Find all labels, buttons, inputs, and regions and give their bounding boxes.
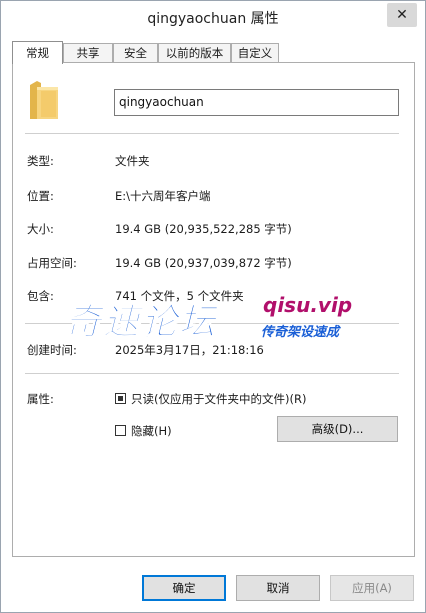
cancel-button[interactable]: 取消 (236, 575, 320, 601)
size-on-disk-value: 19.4 GB (20,937,039,872 字节) (115, 256, 292, 270)
watermark-sub-text: 传奇架设速成 (261, 325, 340, 340)
size-label: 大小: (27, 222, 54, 236)
close-icon: ✕ (396, 7, 408, 23)
readonly-checkbox-label[interactable]: 只读(仅应用于文件夹中的文件)(R) (131, 391, 306, 407)
watermark-site-text: qisu.vip (263, 293, 353, 317)
advanced-button[interactable]: 高级(D)... (277, 416, 398, 442)
hidden-checkbox-label[interactable]: 隐藏(H) (131, 423, 172, 439)
tab-previous-versions[interactable]: 以前的版本 (158, 43, 231, 62)
readonly-checkbox[interactable] (115, 393, 126, 404)
attributes-label: 属性: (27, 392, 54, 406)
location-value: E:\十六周年客户端 (115, 189, 211, 203)
folder-name-input[interactable]: qingyaochuan (114, 89, 399, 116)
type-label: 类型: (27, 154, 54, 168)
title-bar[interactable]: qingyaochuan 属性 ✕ (1, 1, 425, 31)
size-value: 19.4 GB (20,935,522,285 字节) (115, 222, 292, 236)
tab-customize[interactable]: 自定义 (231, 43, 279, 62)
tab-sharing[interactable]: 共享 (63, 43, 113, 62)
type-value: 文件夹 (115, 154, 150, 168)
tab-security[interactable]: 安全 (113, 43, 158, 62)
properties-window: qingyaochuan 属性 ✕ 常规 共享 安全 以前的版本 自定义 qin… (0, 0, 426, 613)
separator (25, 373, 399, 374)
location-label: 位置: (27, 189, 54, 203)
tab-general[interactable]: 常规 (12, 41, 63, 64)
folder-icon (30, 81, 58, 119)
separator (25, 133, 399, 134)
apply-button[interactable]: 应用(A) (330, 575, 414, 601)
window-title: qingyaochuan 属性 (147, 11, 279, 27)
size-on-disk-label: 占用空间: (27, 256, 77, 270)
close-button[interactable]: ✕ (387, 3, 417, 27)
ok-button[interactable]: 确定 (142, 575, 226, 601)
watermark: 奇速论坛 qisu.vip 传奇架设速成 (64, 291, 365, 351)
hidden-checkbox[interactable] (115, 425, 126, 436)
contains-label: 包含: (27, 289, 54, 303)
watermark-main-text: 奇速论坛 (64, 302, 218, 344)
